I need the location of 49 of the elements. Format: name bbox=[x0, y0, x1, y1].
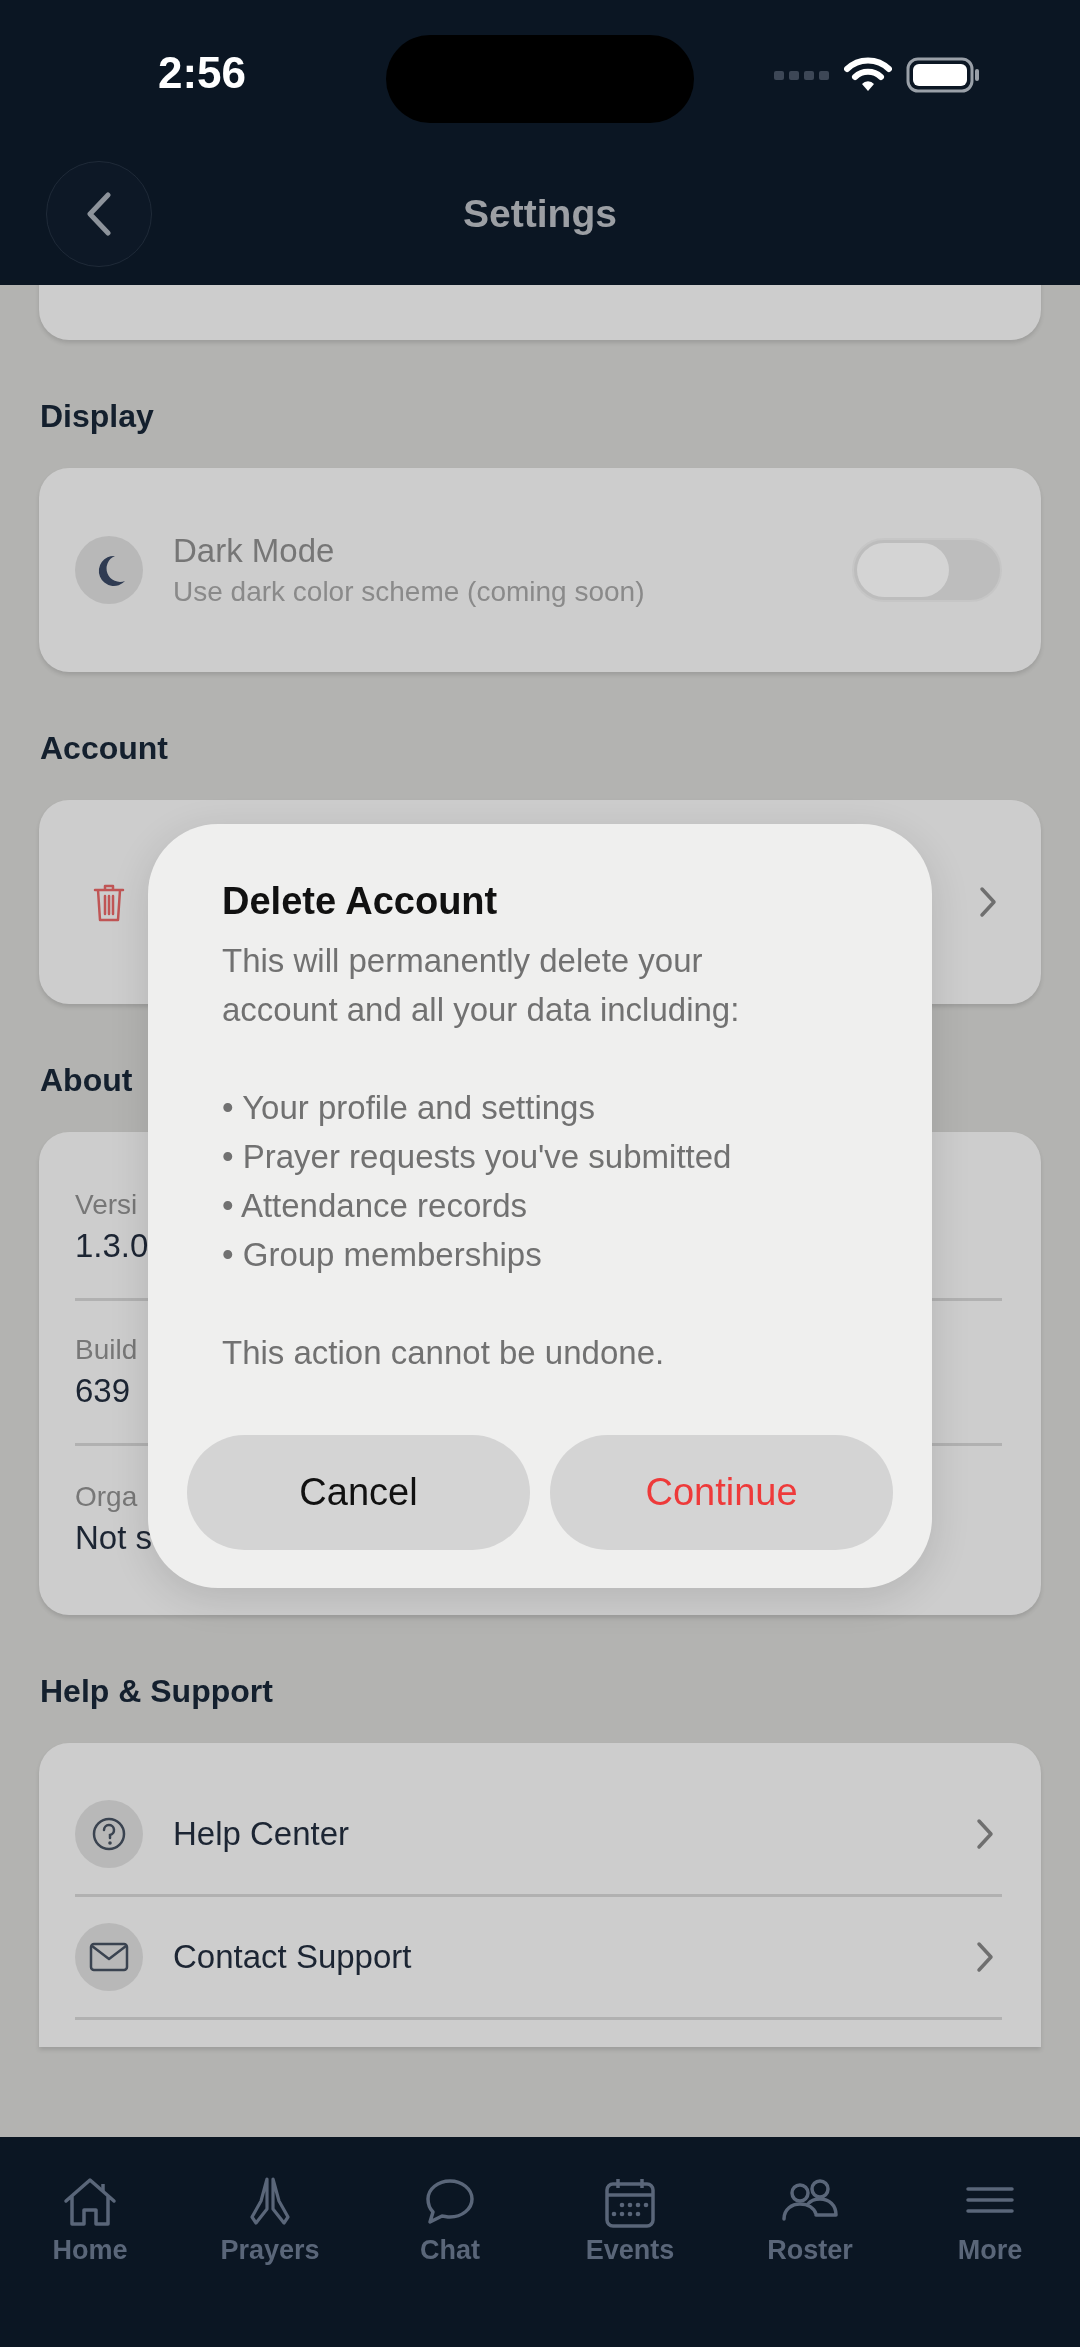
chevron-right-icon bbox=[976, 1941, 994, 1973]
list-entry: • Your profile and settings bbox=[222, 1088, 596, 1128]
back-icon bbox=[86, 191, 112, 236]
info-label: Build bbox=[75, 1334, 138, 1366]
clock-time: 2:56 bbox=[158, 48, 247, 98]
dialog-note: This action cannot be undone. bbox=[222, 1333, 666, 1373]
continue-button[interactable]: Continue bbox=[550, 1435, 893, 1550]
chevron-right-icon bbox=[976, 1818, 994, 1850]
list-entry: • Attendance records bbox=[222, 1186, 529, 1226]
tab-label: Prayers bbox=[220, 2235, 320, 2266]
section-heading: Help & Support bbox=[39, 1672, 273, 1711]
setting-description: Use dark color scheme (coming soon) bbox=[173, 576, 645, 608]
tab-label: More bbox=[957, 2235, 1023, 2266]
list-item[interactable]: Contact Support bbox=[75, 1897, 1002, 2020]
info-value: Not s bbox=[75, 1518, 153, 1557]
setting-title: Help Center bbox=[173, 1815, 350, 1853]
moon-icon bbox=[75, 536, 143, 604]
chevron-right-icon bbox=[979, 886, 997, 918]
section-heading: Account bbox=[39, 729, 168, 768]
tab-label: Roster bbox=[767, 2235, 853, 2266]
tab-item[interactable]: Home bbox=[0, 2175, 180, 2285]
tab-label: Home bbox=[52, 2235, 128, 2266]
list-entry: • Group memberships bbox=[222, 1235, 543, 1275]
battery-icon bbox=[906, 57, 980, 93]
dialog-message: This will permanently delete your account and all your data including: bbox=[222, 941, 741, 1030]
info-label: Orga bbox=[75, 1480, 138, 1513]
tab-item[interactable]: Chat bbox=[360, 2175, 540, 2285]
tab-item[interactable]: Events bbox=[540, 2175, 720, 2285]
tab-item[interactable]: More bbox=[900, 2175, 1080, 2285]
setting-title: Dark Mode bbox=[173, 532, 335, 570]
screen-title: Settings bbox=[463, 192, 617, 236]
info-label: Versi bbox=[75, 1189, 138, 1221]
setting-title: Contact Support bbox=[173, 1938, 412, 1976]
tab-item[interactable]: Roster bbox=[720, 2175, 900, 2285]
info-value: 639 bbox=[75, 1372, 131, 1410]
cancel-button[interactable]: Cancel bbox=[187, 1435, 530, 1550]
info-value: 1.3.0 bbox=[75, 1227, 149, 1265]
signal-icon bbox=[774, 69, 830, 81]
section-heading: Display bbox=[39, 397, 154, 436]
section-heading: About bbox=[39, 1061, 133, 1100]
list-entry: • Prayer requests you've submitted bbox=[222, 1137, 733, 1177]
tab-item[interactable]: Prayers bbox=[180, 2175, 360, 2285]
help-icon bbox=[75, 1800, 143, 1868]
dialog-title: Delete Account bbox=[222, 879, 499, 924]
tab-label: Chat bbox=[420, 2235, 480, 2266]
list-item[interactable]: Help Center bbox=[75, 1774, 1002, 1897]
tab-label: Events bbox=[585, 2235, 675, 2266]
wifi-icon bbox=[844, 57, 892, 93]
envelope-icon bbox=[75, 1923, 143, 1991]
